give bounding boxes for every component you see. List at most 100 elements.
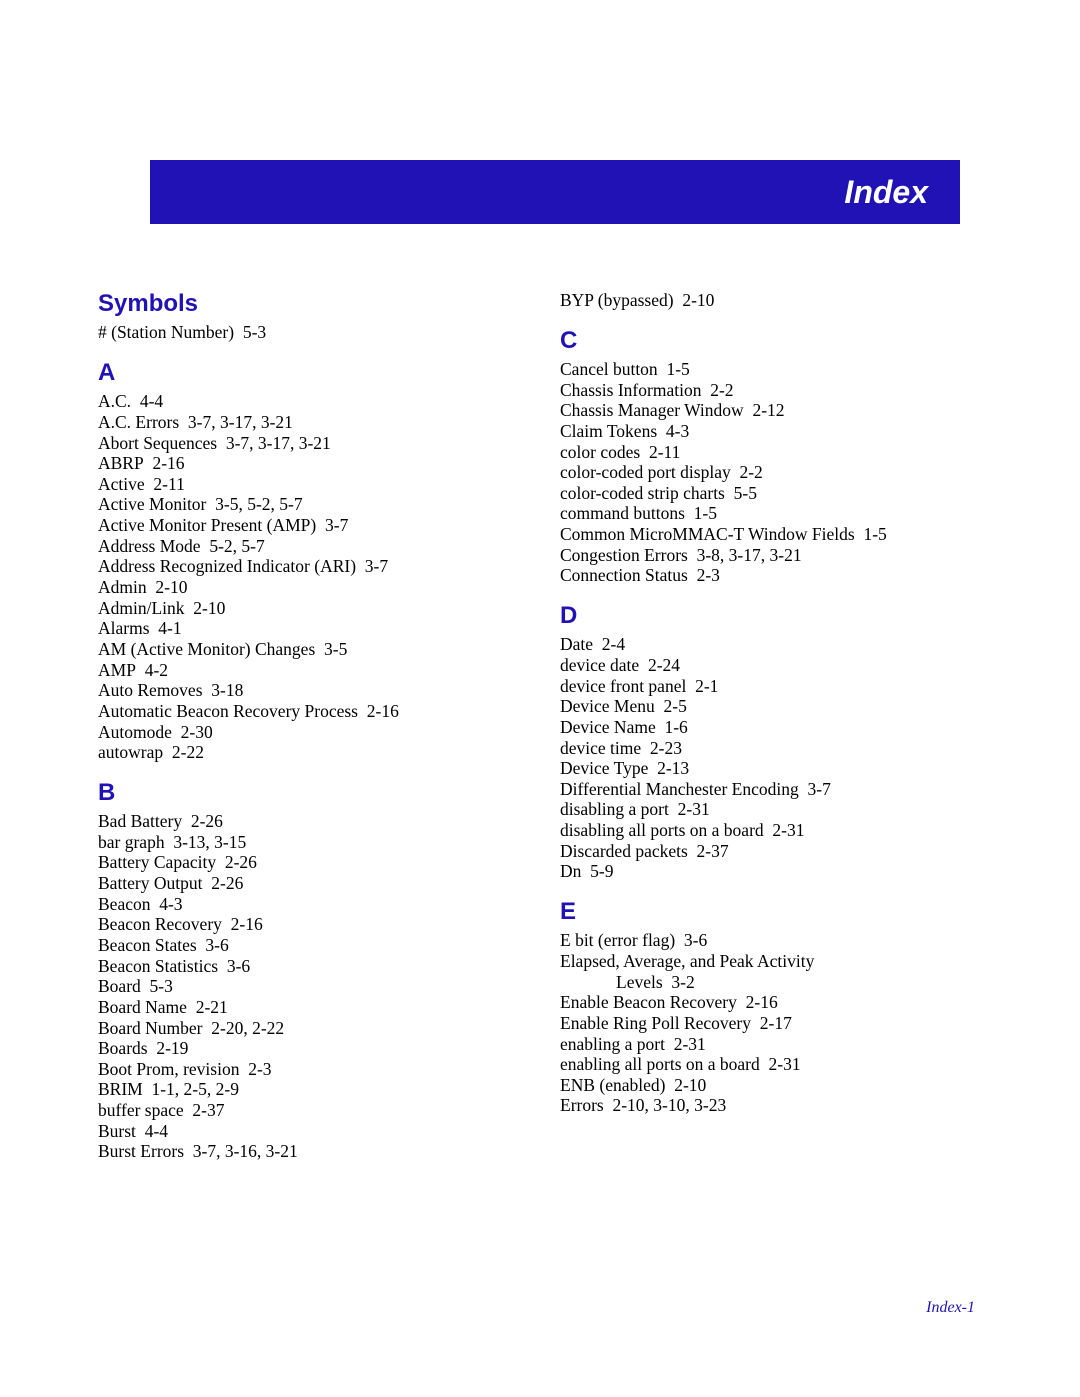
index-entry: ABRP 2-16 <box>98 453 520 474</box>
index-ref: 2-16 <box>746 992 778 1012</box>
index-entry: Burst Errors 3-7, 3-16, 3-21 <box>98 1141 520 1162</box>
index-term: color-coded strip charts <box>560 483 725 503</box>
index-term: Enable Ring Poll Recovery <box>560 1013 751 1033</box>
index-entry: ENB (enabled) 2-10 <box>560 1075 982 1096</box>
index-entry: device date 2-24 <box>560 655 982 676</box>
index-ref: 5-2, 5-7 <box>209 536 264 556</box>
index-entry: Enable Ring Poll Recovery 2-17 <box>560 1013 982 1034</box>
index-ref: 2-13 <box>657 758 689 778</box>
index-entry: Boards 2-19 <box>98 1038 520 1059</box>
index-ref: 1-5 <box>666 359 689 379</box>
index-ref: 3-8, 3-17, 3-21 <box>697 545 802 565</box>
index-ref: 3-7, 3-16, 3-21 <box>193 1141 298 1161</box>
section-heading: C <box>560 327 982 355</box>
index-term: AMP <box>98 660 136 680</box>
index-term: Boards <box>98 1038 148 1058</box>
index-entry: color codes 2-11 <box>560 442 982 463</box>
index-entry: Connection Status 2-3 <box>560 565 982 586</box>
index-ref: 2-3 <box>697 565 720 585</box>
index-ref: 1-5 <box>694 503 717 523</box>
index-entry: Address Mode 5-2, 5-7 <box>98 536 520 557</box>
index-entry: Common MicroMMAC-T Window Fields 1-5 <box>560 524 982 545</box>
index-entry: Beacon States 3-6 <box>98 935 520 956</box>
index-term: Chassis Information <box>560 380 701 400</box>
index-entry: Differential Manchester Encoding 3-7 <box>560 779 982 800</box>
index-term: Address Recognized Indicator (ARI) <box>98 556 356 576</box>
index-ref: 2-12 <box>752 400 784 420</box>
index-ref: 2-26 <box>211 873 243 893</box>
index-entry: AMP 4-2 <box>98 660 520 681</box>
index-term: Board Name <box>98 997 187 1017</box>
index-ref: 1-1, 2-5, 2-9 <box>151 1079 238 1099</box>
index-ref: 3-7, 3-17, 3-21 <box>188 412 293 432</box>
index-term: # (Station Number) <box>98 322 234 342</box>
index-entry: Admin/Link 2-10 <box>98 598 520 619</box>
index-entry: Automode 2-30 <box>98 722 520 743</box>
index-entry: bar graph 3-13, 3-15 <box>98 832 520 853</box>
index-entry: disabling a port 2-31 <box>560 799 982 820</box>
index-ref: 2-10 <box>682 290 714 310</box>
index-ref: 2-31 <box>769 1054 801 1074</box>
index-term: Common MicroMMAC-T Window Fields <box>560 524 855 544</box>
index-term: Admin/Link <box>98 598 185 618</box>
index-entry: Claim Tokens 4-3 <box>560 421 982 442</box>
index-ref: 3-6 <box>684 930 707 950</box>
index-ref: 2-16 <box>367 701 399 721</box>
index-body: Symbols# (Station Number) 5-3AA.C. 4-4A.… <box>98 290 982 1162</box>
index-ref: 3-7 <box>808 779 831 799</box>
index-entry: AM (Active Monitor) Changes 3-5 <box>98 639 520 660</box>
section-heading: D <box>560 602 982 630</box>
index-term: Beacon Recovery <box>98 914 222 934</box>
index-entry: A.C. Errors 3-7, 3-17, 3-21 <box>98 412 520 433</box>
index-ref: 2-31 <box>678 799 710 819</box>
index-entry: # (Station Number) 5-3 <box>98 322 520 343</box>
index-entry: autowrap 2-22 <box>98 742 520 763</box>
index-ref: 2-3 <box>248 1059 271 1079</box>
index-ref: 3-5 <box>324 639 347 659</box>
index-term: Active Monitor Present (AMP) <box>98 515 316 535</box>
index-ref: 2-37 <box>697 841 729 861</box>
index-entry: Levels 3-2 <box>560 972 982 993</box>
index-term: Address Mode <box>98 536 201 556</box>
index-term: Device Type <box>560 758 648 778</box>
index-term: Board Number <box>98 1018 203 1038</box>
index-entry: Alarms 4-1 <box>98 618 520 639</box>
index-entry: Dn 5-9 <box>560 861 982 882</box>
index-ref: 4-4 <box>140 391 163 411</box>
index-ref: 3-6 <box>227 956 250 976</box>
index-entry: Admin 2-10 <box>98 577 520 598</box>
index-ref: 2-37 <box>192 1100 224 1120</box>
index-entry: Board Number 2-20, 2-22 <box>98 1018 520 1039</box>
index-ref: 2-22 <box>172 742 204 762</box>
index-term: enabling all ports on a board <box>560 1054 760 1074</box>
index-entry: Beacon Recovery 2-16 <box>98 914 520 935</box>
index-entry: E bit (error flag) 3-6 <box>560 930 982 951</box>
index-entry: Active 2-11 <box>98 474 520 495</box>
index-column-left: Symbols# (Station Number) 5-3AA.C. 4-4A.… <box>98 290 520 1162</box>
index-ref: 3-7, 3-17, 3-21 <box>226 433 331 453</box>
index-term: bar graph <box>98 832 165 852</box>
index-entry: color-coded port display 2-2 <box>560 462 982 483</box>
index-entry: Chassis Information 2-2 <box>560 380 982 401</box>
index-entry: Cancel button 1-5 <box>560 359 982 380</box>
index-term: Claim Tokens <box>560 421 657 441</box>
section-heading: E <box>560 898 982 926</box>
index-term: Differential Manchester Encoding <box>560 779 799 799</box>
index-term: color codes <box>560 442 640 462</box>
index-term: Date <box>560 634 593 654</box>
index-entry: device front panel 2-1 <box>560 676 982 697</box>
index-ref: 2-10, 3-10, 3-23 <box>612 1095 726 1115</box>
index-term: color-coded port display <box>560 462 731 482</box>
index-term: Board <box>98 976 141 996</box>
index-term: ABRP <box>98 453 144 473</box>
index-term: Beacon Statistics <box>98 956 218 976</box>
index-term: device front panel <box>560 676 686 696</box>
index-ref: 2-19 <box>156 1038 188 1058</box>
index-term: disabling all ports on a board <box>560 820 764 840</box>
index-ref: 2-31 <box>772 820 804 840</box>
index-entry: Enable Beacon Recovery 2-16 <box>560 992 982 1013</box>
index-term: Active Monitor <box>98 494 206 514</box>
index-ref: 2-24 <box>648 655 680 675</box>
index-term: disabling a port <box>560 799 669 819</box>
index-ref: 2-16 <box>231 914 263 934</box>
